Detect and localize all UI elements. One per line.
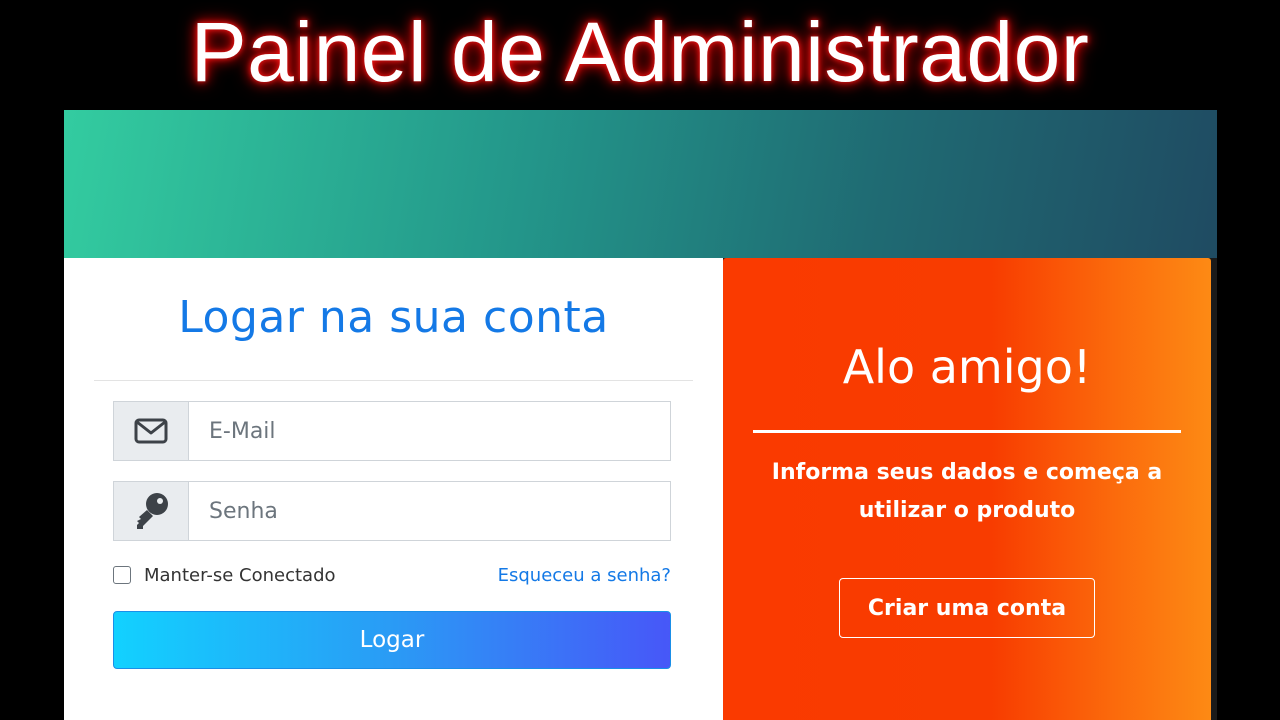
password-input-group xyxy=(113,481,671,541)
login-panel: Logar na sua conta Ma xyxy=(64,258,723,720)
password-addon xyxy=(114,482,189,540)
email-field[interactable] xyxy=(189,402,670,460)
email-input-group xyxy=(113,401,671,461)
login-button[interactable]: Logar xyxy=(113,611,671,669)
key-icon xyxy=(137,493,168,529)
remember-checkbox[interactable] xyxy=(113,566,131,584)
page-title: Painel de Administrador xyxy=(190,5,1090,99)
login-divider xyxy=(94,380,693,381)
password-field[interactable] xyxy=(189,482,670,540)
create-account-button[interactable]: Criar uma conta xyxy=(839,578,1095,638)
remember-row: Manter-se Conectado Esqueceu a senha? xyxy=(113,564,671,588)
welcome-divider xyxy=(753,430,1181,433)
welcome-panel: Alo amigo! Informa seus dados e começa a… xyxy=(723,258,1211,720)
welcome-text: Informa seus dados e começa a utilizar o… xyxy=(771,460,1163,523)
forgot-password-link[interactable]: Esqueceu a senha? xyxy=(498,564,671,588)
welcome-title: Alo amigo! xyxy=(842,340,1092,394)
admin-panel-frame: Logar na sua conta Ma xyxy=(64,110,1217,720)
envelope-icon xyxy=(134,418,168,444)
remember-label[interactable]: Manter-se Conectado xyxy=(144,564,336,588)
email-addon xyxy=(114,402,189,460)
header-banner xyxy=(64,110,1217,258)
login-title: Logar na sua conta xyxy=(178,292,609,343)
